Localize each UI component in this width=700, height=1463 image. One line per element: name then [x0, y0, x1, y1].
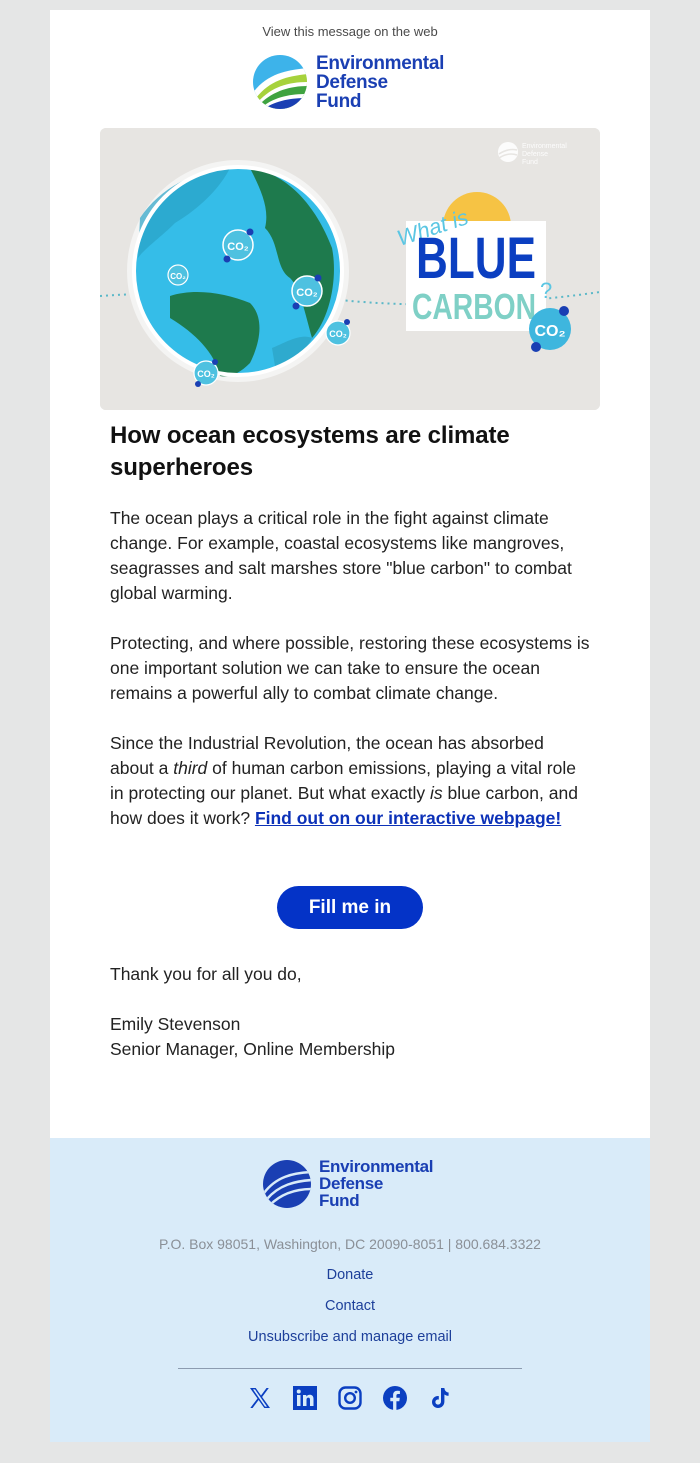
signoff: Thank you for all you do, Emily Stevenso… [110, 962, 395, 1062]
logo-line-2: Defense [316, 71, 388, 93]
paragraph-2: Protecting, and where possible, restorin… [110, 633, 590, 703]
svg-text:CO₂: CO₂ [534, 323, 565, 340]
carbon-text: CARBON [412, 286, 536, 327]
p3-emphasis-is: is [430, 783, 443, 803]
x-icon[interactable] [248, 1386, 272, 1410]
linkedin-icon[interactable] [293, 1386, 317, 1410]
facebook-icon[interactable] [383, 1386, 407, 1410]
article-headline: How ocean ecosystems are climate superhe… [110, 422, 510, 481]
co2-molecule-2: CO₂ [167, 264, 189, 286]
globe-illustration [127, 160, 349, 382]
fill-me-in-button[interactable]: Fill me in [277, 886, 423, 929]
footer-address: P.O. Box 98051, Washington, DC 20090-805… [159, 1236, 541, 1252]
social-links [50, 1386, 650, 1410]
cta-container: Fill me in [50, 886, 650, 929]
view-on-web-link[interactable]: View this message on the web [50, 24, 650, 39]
footer-logo-line-1: Environmental [319, 1157, 434, 1176]
logo-line-3: Fund [316, 90, 362, 112]
signer-name: Emily Stevenson [110, 1014, 241, 1034]
edf-logo-icon [253, 55, 307, 109]
hero-image-blue-carbon[interactable]: CO₂ CO₂ CO₂ CO₂ CO₂ What is BLUE CARBON … [100, 128, 600, 410]
paragraph-3: Since the Industrial Revolution, the oce… [110, 731, 590, 831]
p3-emphasis-third: third [173, 758, 208, 778]
edf-logo-mono-icon [263, 1159, 311, 1208]
svg-text:CO₂: CO₂ [197, 369, 215, 379]
email-card: View this message on the web Environment… [50, 10, 650, 1138]
svg-text:CO₂: CO₂ [296, 287, 318, 299]
blue-text: BLUE [416, 226, 536, 291]
edf-logo-wordmark: Environmental Defense Fund [316, 54, 444, 111]
paragraph-1: The ocean plays a critical role in the f… [110, 508, 572, 603]
article-body: How ocean ecosystems are climate superhe… [110, 420, 590, 831]
footer-logo-line-3: Fund [319, 1191, 360, 1210]
svg-text:CO₂: CO₂ [170, 272, 186, 281]
tiktok-icon[interactable] [428, 1386, 452, 1410]
footer-link-contact[interactable]: Contact [50, 1298, 650, 1314]
footer-link-donate[interactable]: Donate [50, 1267, 650, 1283]
footer: Environmental Defense Fund P.O. Box 9805… [50, 1138, 650, 1442]
interactive-webpage-link[interactable]: Find out on our interactive webpage! [255, 808, 561, 828]
footer-divider [178, 1368, 522, 1369]
signer-title: Senior Manager, Online Membership [110, 1039, 396, 1059]
question-mark: ? [540, 278, 552, 303]
footer-link-unsubscribe[interactable]: Unsubscribe and manage email [50, 1329, 650, 1345]
footer-logo-wordmark: Environmental Defense Fund [319, 1158, 433, 1209]
svg-text:Fund: Fund [522, 159, 538, 166]
svg-text:Defense: Defense [522, 151, 548, 158]
edf-logo-header[interactable]: Environmental Defense Fund [252, 53, 452, 111]
svg-text:Environmental: Environmental [522, 143, 567, 150]
svg-text:CO₂: CO₂ [227, 241, 249, 253]
footer-logo-line-2: Defense [319, 1174, 384, 1193]
svg-text:CO₂: CO₂ [329, 329, 347, 339]
logo-line-1: Environmental [316, 52, 445, 74]
edf-logo-footer[interactable]: Environmental Defense Fund [262, 1158, 433, 1209]
instagram-icon[interactable] [338, 1386, 362, 1410]
closing-text: Thank you for all you do, [110, 964, 302, 984]
